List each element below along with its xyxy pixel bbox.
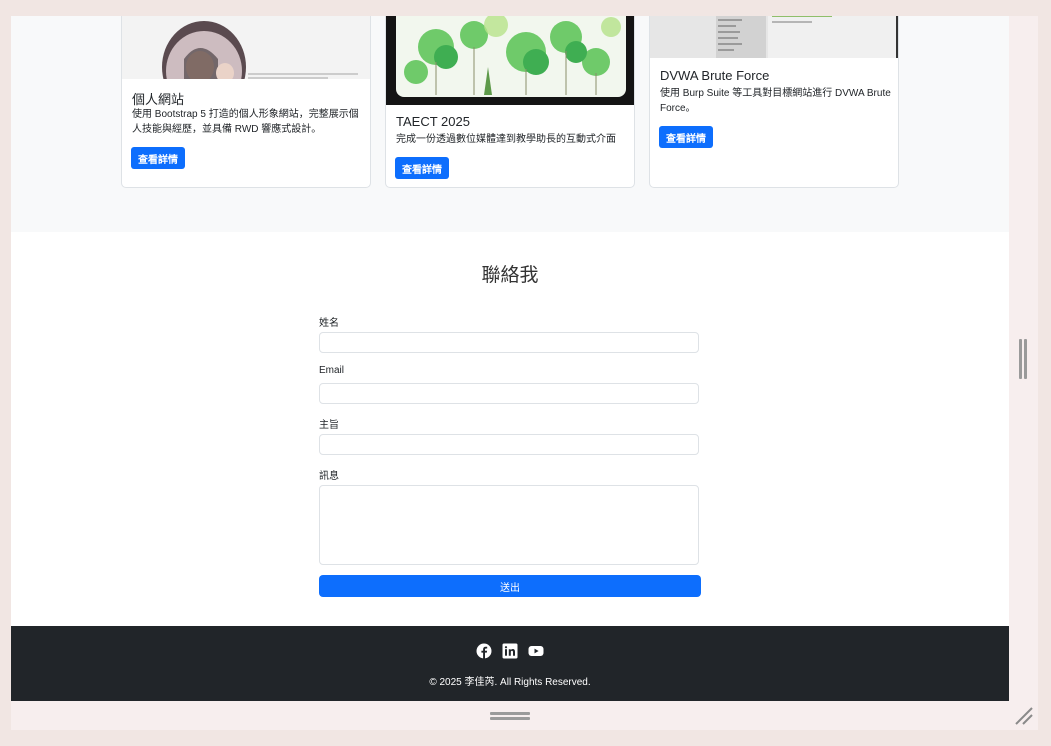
message-label: 訊息	[319, 471, 339, 482]
horizontal-resize-handle[interactable]	[490, 712, 530, 722]
view-details-button[interactable]: 查看詳情	[395, 157, 449, 179]
youtube-icon[interactable]	[528, 643, 544, 659]
project-description: 使用 Burp Suite 等工具對目標網站進行 DVWA Brute Forc…	[660, 88, 891, 114]
view-details-button[interactable]: 查看詳情	[131, 147, 185, 169]
project-title: DVWA Brute Force	[660, 68, 770, 83]
project-thumbnail	[386, 16, 634, 105]
facebook-icon[interactable]	[476, 643, 492, 659]
project-thumbnail	[122, 16, 370, 79]
linkedin-icon[interactable]	[502, 643, 518, 659]
contact-title: 聯絡我	[481, 265, 539, 286]
project-title: TAECT 2025	[396, 114, 470, 129]
vertical-resize-handle[interactable]	[1019, 339, 1028, 379]
email-label: Email	[319, 365, 345, 376]
name-label: 姓名	[319, 318, 339, 329]
project-card-personal-site: 個人網站 使用 Bootstrap 5 打造的個人形象網站，完整展示個人技能與經…	[121, 16, 371, 188]
name-field[interactable]	[319, 332, 699, 353]
project-description: 使用 Bootstrap 5 打造的個人形象網站，完整展示個人技能與經歷，並具備…	[132, 109, 359, 135]
project-card-taect: TAECT 2025 完成一份透過數位媒體達到教學助長的互動式介面 查看詳情	[385, 16, 635, 188]
project-description: 完成一份透過數位媒體達到教學助長的互動式介面	[396, 134, 616, 145]
submit-button[interactable]: 送出	[319, 575, 701, 597]
project-title: 個人網站	[132, 92, 185, 107]
page-viewport: 個人網站 使用 Bootstrap 5 打造的個人形象網站，完整展示個人技能與經…	[11, 16, 1009, 701]
projects-section: 個人網站 使用 Bootstrap 5 打造的個人形象網站，完整展示個人技能與經…	[11, 16, 1009, 232]
project-thumbnail	[650, 16, 898, 58]
email-field[interactable]	[319, 383, 699, 404]
project-card-dvwa: DVWA Brute Force 使用 Burp Suite 等工具對目標網站進…	[649, 16, 899, 188]
subject-field[interactable]	[319, 434, 699, 455]
resize-grip-icon[interactable]	[1014, 706, 1034, 726]
message-textarea[interactable]	[319, 485, 699, 565]
view-details-button[interactable]: 查看詳情	[659, 126, 713, 148]
subject-label: 主旨	[319, 420, 339, 431]
footer: © 2025 李佳芮. All Rights Reserved.	[11, 626, 1009, 701]
copyright-text: © 2025 李佳芮. All Rights Reserved.	[429, 677, 591, 688]
